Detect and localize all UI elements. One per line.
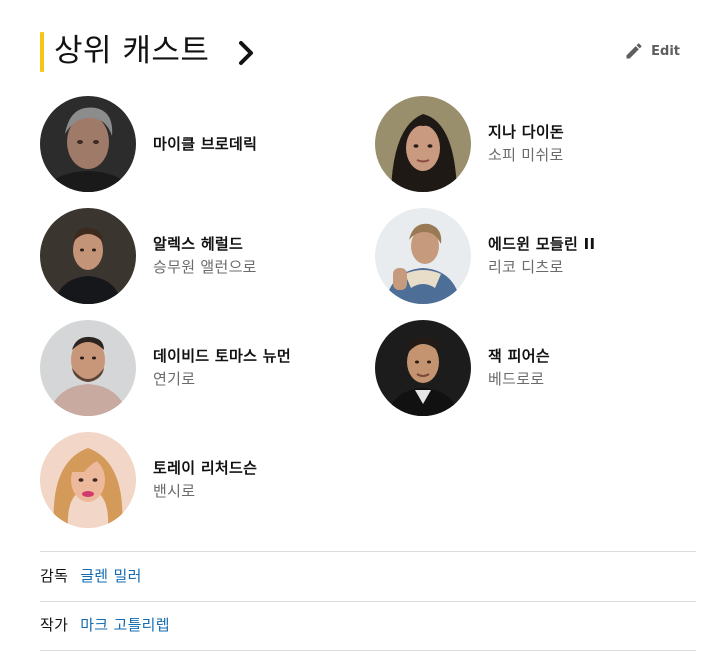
credit-label: 감독 <box>40 567 69 585</box>
cast-role: 연기로 <box>153 370 196 388</box>
avatar[interactable] <box>40 432 136 528</box>
credit-link[interactable]: 글렌 밀러 <box>80 566 141 586</box>
cast-name[interactable]: 지나 다이돈 <box>488 121 564 143</box>
cast-item[interactable]: 마이클 브로데릭 <box>40 96 360 192</box>
cast-name[interactable]: 데이비드 토마스 뉴먼 <box>153 345 291 367</box>
cast-name[interactable]: 토레이 리처드슨 <box>153 457 257 479</box>
cast-item[interactable]: 지나 다이돈 소피 미쉬로 <box>375 96 695 192</box>
cast-item[interactable]: 알렉스 헤럴드 승무원 앨런으로 <box>40 208 360 304</box>
cast-item[interactable]: 잭 피어슨 베드로로 <box>375 320 695 416</box>
divider <box>40 601 696 602</box>
cast-name[interactable]: 잭 피어슨 <box>488 345 550 367</box>
cast-name[interactable]: 에드윈 모들린 II <box>488 233 595 255</box>
pencil-icon <box>626 43 642 59</box>
avatar[interactable] <box>375 208 471 304</box>
cast-item[interactable]: 데이비드 토마스 뉴먼 연기로 <box>40 320 360 416</box>
avatar[interactable] <box>40 208 136 304</box>
cast-name[interactable]: 마이클 브로데릭 <box>153 133 257 155</box>
title-accent-bar <box>40 32 44 72</box>
credit-link[interactable]: 마크 고틀리렙 <box>80 615 170 635</box>
cast-role: 리코 디츠로 <box>488 258 564 276</box>
divider <box>40 551 696 552</box>
credit-writer: 작가 마크 고틀리렙 <box>40 615 170 635</box>
avatar[interactable] <box>40 96 136 192</box>
chevron-right-icon[interactable] <box>236 39 258 67</box>
avatar[interactable] <box>375 96 471 192</box>
cast-name[interactable]: 알렉스 헤럴드 <box>153 233 257 255</box>
cast-item[interactable]: 에드윈 모들린 II 리코 디츠로 <box>375 208 695 304</box>
edit-label: Edit <box>651 43 680 59</box>
cast-role: 베드로로 <box>488 370 545 388</box>
credit-label: 작가 <box>40 616 69 634</box>
section-title[interactable]: 상위 캐스트 <box>54 31 209 71</box>
cast-role: 소피 미쉬로 <box>488 146 564 164</box>
avatar[interactable] <box>375 320 471 416</box>
avatar[interactable] <box>40 320 136 416</box>
edit-button[interactable]: Edit <box>624 41 680 61</box>
section-header: 상위 캐스트 Edit <box>40 31 685 73</box>
credit-director: 감독 글렌 밀러 <box>40 566 142 586</box>
cast-role: 승무원 앨런으로 <box>153 258 257 276</box>
cast-item[interactable]: 토레이 리처드슨 밴시로 <box>40 432 360 528</box>
cast-role: 밴시로 <box>153 482 196 500</box>
